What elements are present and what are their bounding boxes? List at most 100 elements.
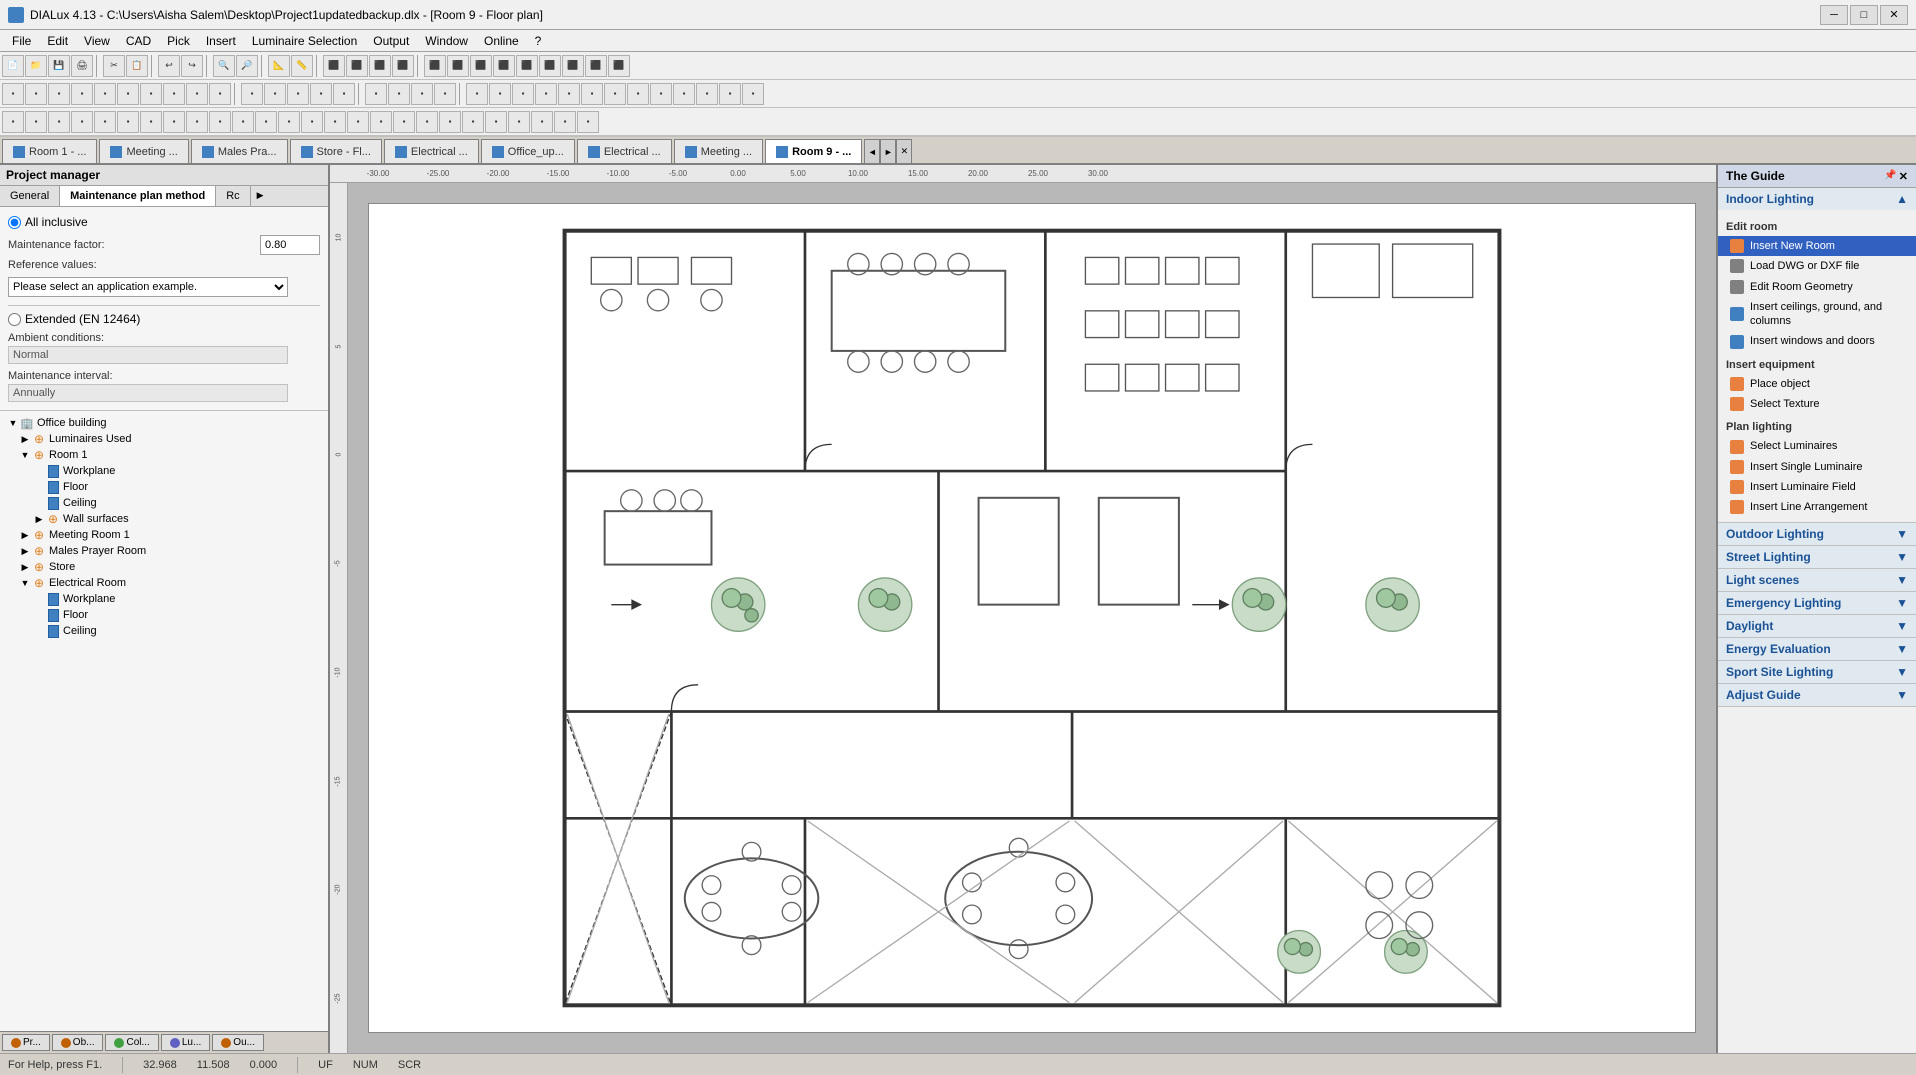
guide-item-0-0-1[interactable]: Load DWG or DXF file	[1718, 256, 1916, 276]
tree-item-8[interactable]: ▶⊕Males Prayer Room	[4, 543, 324, 559]
tree-item-2[interactable]: ▼⊕Room 1	[4, 447, 324, 463]
tb-btn-2[interactable]: 💾	[48, 55, 70, 77]
tb3-btn-16[interactable]: ▪	[370, 111, 392, 133]
doc-tab-4[interactable]: Electrical ...	[384, 139, 479, 163]
tb-btn-17[interactable]: ⬛	[323, 55, 345, 77]
tb3-btn-8[interactable]: ▪	[186, 111, 208, 133]
tb3-btn-24[interactable]: ▪	[554, 111, 576, 133]
tb2-btn-30[interactable]: ▪	[650, 83, 672, 105]
tb2-btn-31[interactable]: ▪	[673, 83, 695, 105]
tb3-btn-9[interactable]: ▪	[209, 111, 231, 133]
tb-btn-25[interactable]: ⬛	[493, 55, 515, 77]
tb2-btn-29[interactable]: ▪	[627, 83, 649, 105]
tb2-btn-20[interactable]: ▪	[434, 83, 456, 105]
bottom-tab-4[interactable]: Ou...	[212, 1034, 264, 1051]
tb3-btn-1[interactable]: ▪	[25, 111, 47, 133]
tb-btn-11[interactable]: 🔍	[213, 55, 235, 77]
tb-btn-9[interactable]: ↪	[181, 55, 203, 77]
guide-item-0-0-2[interactable]: Edit Room Geometry	[1718, 277, 1916, 297]
guide-section-header-emergency-lighting[interactable]: Emergency Lighting▼	[1718, 592, 1916, 614]
guide-item-0-0-4[interactable]: Insert windows and doors	[1718, 331, 1916, 351]
tb2-btn-4[interactable]: ▪	[94, 83, 116, 105]
tb2-btn-25[interactable]: ▪	[535, 83, 557, 105]
tab-nav-left[interactable]: ◄	[864, 139, 880, 163]
tb2-btn-34[interactable]: ▪	[742, 83, 764, 105]
guide-section-header-indoor-lighting[interactable]: Indoor Lighting▲	[1718, 188, 1916, 210]
tree-item-7[interactable]: ▶⊕Meeting Room 1	[4, 527, 324, 543]
tb2-btn-17[interactable]: ▪	[365, 83, 387, 105]
tb3-btn-5[interactable]: ▪	[117, 111, 139, 133]
tb-btn-14[interactable]: 📐	[268, 55, 290, 77]
tb-btn-12[interactable]: 🔎	[236, 55, 258, 77]
tb2-btn-12[interactable]: ▪	[264, 83, 286, 105]
reference-values-select[interactable]: Please select an application example.	[8, 277, 288, 297]
guide-item-0-1-0[interactable]: Place object	[1718, 374, 1916, 394]
tb2-btn-14[interactable]: ▪	[310, 83, 332, 105]
tb2-btn-22[interactable]: ▪	[466, 83, 488, 105]
tb2-btn-23[interactable]: ▪	[489, 83, 511, 105]
left-tab-2[interactable]: Rc	[216, 186, 250, 206]
tb2-btn-13[interactable]: ▪	[287, 83, 309, 105]
floor-plan[interactable]	[368, 203, 1696, 1033]
tb3-btn-11[interactable]: ▪	[255, 111, 277, 133]
left-tab-arrow[interactable]: ▶	[251, 186, 270, 206]
tb2-btn-24[interactable]: ▪	[512, 83, 534, 105]
doc-tab-1[interactable]: Meeting ...	[99, 139, 188, 163]
tb2-btn-26[interactable]: ▪	[558, 83, 580, 105]
doc-tab-2[interactable]: Males Pra...	[191, 139, 288, 163]
bottom-tab-3[interactable]: Lu...	[161, 1034, 210, 1051]
tb-btn-3[interactable]: 🖨	[71, 55, 93, 77]
guide-pin-icon[interactable]: 📌	[1884, 170, 1896, 183]
tree-item-10[interactable]: ▼⊕Electrical Room	[4, 575, 324, 591]
tb3-btn-18[interactable]: ▪	[416, 111, 438, 133]
guide-item-0-0-3[interactable]: Insert ceilings, ground, and columns	[1718, 297, 1916, 332]
tb2-btn-2[interactable]: ▪	[48, 83, 70, 105]
maximize-button[interactable]: □	[1850, 5, 1878, 25]
doc-tab-6[interactable]: Electrical ...	[577, 139, 672, 163]
guide-section-header-adjust-guide[interactable]: Adjust Guide▼	[1718, 684, 1916, 706]
doc-tab-5[interactable]: Office_up...	[481, 139, 575, 163]
close-button[interactable]: ✕	[1880, 5, 1908, 25]
tb3-btn-21[interactable]: ▪	[485, 111, 507, 133]
doc-tab-3[interactable]: Store - Fl...	[290, 139, 382, 163]
tb3-btn-22[interactable]: ▪	[508, 111, 530, 133]
tb-btn-29[interactable]: ⬛	[585, 55, 607, 77]
guide-section-header-sport-site-lighting[interactable]: Sport Site Lighting▼	[1718, 661, 1916, 683]
tb2-btn-19[interactable]: ▪	[411, 83, 433, 105]
tb2-btn-5[interactable]: ▪	[117, 83, 139, 105]
tb2-btn-0[interactable]: ▪	[2, 83, 24, 105]
tb3-btn-2[interactable]: ▪	[48, 111, 70, 133]
tb3-btn-12[interactable]: ▪	[278, 111, 300, 133]
tb-btn-27[interactable]: ⬛	[539, 55, 561, 77]
tree-item-6[interactable]: ▶⊕Wall surfaces	[4, 511, 324, 527]
tb2-btn-9[interactable]: ▪	[209, 83, 231, 105]
tb2-btn-18[interactable]: ▪	[388, 83, 410, 105]
guide-item-0-2-3[interactable]: Insert Line Arrangement	[1718, 497, 1916, 517]
tb-btn-5[interactable]: ✂	[103, 55, 125, 77]
tb3-btn-25[interactable]: ▪	[577, 111, 599, 133]
extended-radio[interactable]	[8, 313, 21, 326]
menu-item-insert[interactable]: Insert	[198, 32, 244, 50]
tb-btn-0[interactable]: 📄	[2, 55, 24, 77]
left-tab-1[interactable]: Maintenance plan method	[60, 186, 216, 206]
bottom-tab-0[interactable]: Pr...	[2, 1034, 50, 1051]
tb3-btn-6[interactable]: ▪	[140, 111, 162, 133]
tb-btn-19[interactable]: ⬛	[369, 55, 391, 77]
menu-item-online[interactable]: Online	[476, 32, 527, 50]
tree-item-1[interactable]: ▶⊕Luminaires Used	[4, 431, 324, 447]
tb3-btn-20[interactable]: ▪	[462, 111, 484, 133]
tb3-btn-7[interactable]: ▪	[163, 111, 185, 133]
tab-close[interactable]: ✕	[896, 139, 912, 163]
tree-item-5[interactable]: Ceiling	[4, 495, 324, 511]
menu-item-pick[interactable]: Pick	[159, 32, 198, 50]
tb2-btn-7[interactable]: ▪	[163, 83, 185, 105]
tb-btn-6[interactable]: 📋	[126, 55, 148, 77]
guide-item-0-2-0[interactable]: Select Luminaires	[1718, 436, 1916, 456]
tb-btn-24[interactable]: ⬛	[470, 55, 492, 77]
guide-close-icon[interactable]: ✕	[1899, 170, 1908, 183]
tree-item-3[interactable]: Workplane	[4, 463, 324, 479]
doc-tab-7[interactable]: Meeting ...	[674, 139, 763, 163]
tree-item-9[interactable]: ▶⊕Store	[4, 559, 324, 575]
menu-item-luminaireselection[interactable]: Luminaire Selection	[244, 32, 365, 50]
tree-item-12[interactable]: Floor	[4, 607, 324, 623]
